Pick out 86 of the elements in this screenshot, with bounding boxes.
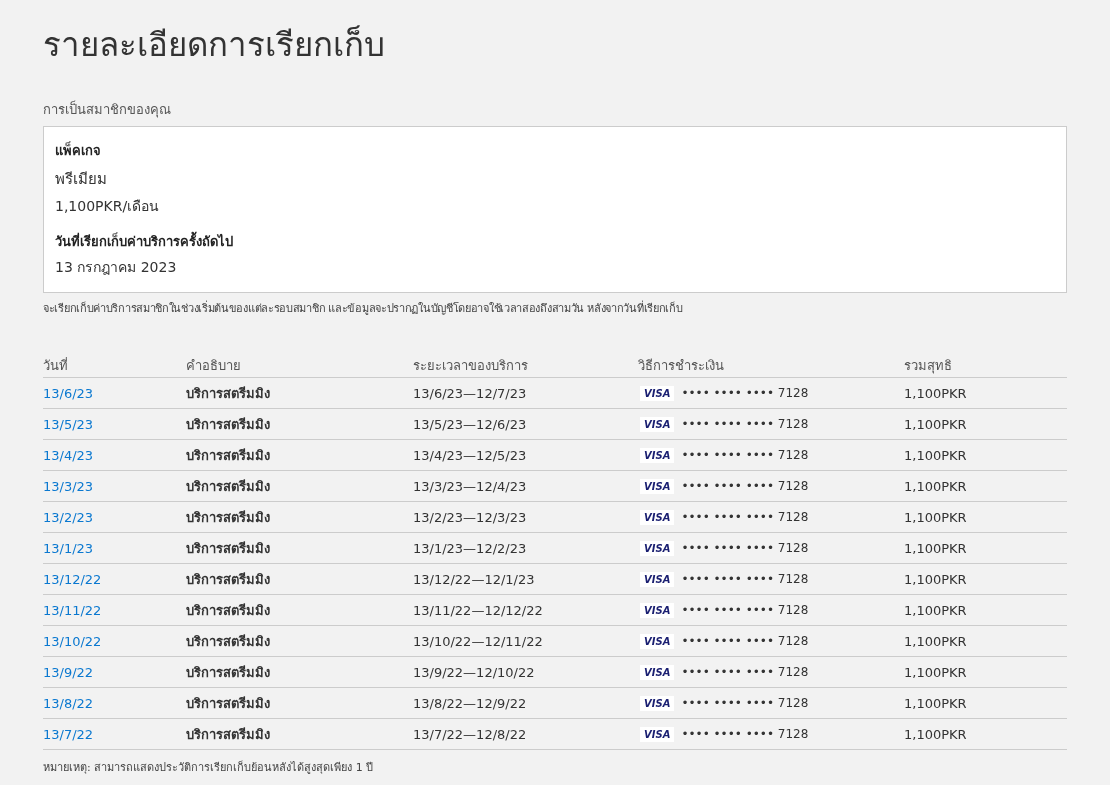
card-brand-logo: VISA: [640, 478, 675, 494]
date-link[interactable]: 13/4/23: [43, 447, 94, 463]
period-cell: 13/11/22—12/12/22: [413, 602, 543, 618]
period-cell: 13/5/23—12/6/23: [413, 416, 527, 432]
date-link[interactable]: 13/12/22: [43, 571, 102, 587]
description-cell: บริการสตรีมมิง: [186, 633, 270, 649]
description-cell: บริการสตรีมมิง: [186, 726, 270, 742]
card-number: •••• •••• •••• 7128: [681, 665, 809, 679]
date-link[interactable]: 13/2/23: [43, 509, 94, 525]
plan-name: พรีเมียม: [55, 169, 108, 190]
date-link[interactable]: 13/9/22: [43, 664, 94, 680]
total-cell: 1,100PKR: [904, 664, 967, 680]
date-link[interactable]: 13/6/23: [43, 385, 94, 401]
date-link[interactable]: 13/1/23: [43, 540, 94, 556]
card-brand-logo: VISA: [640, 726, 675, 742]
total-cell: 1,100PKR: [904, 416, 967, 432]
total-cell: 1,100PKR: [904, 695, 967, 711]
card-brand-logo: VISA: [640, 416, 675, 432]
column-header: วิธีการชำระเงิน: [638, 357, 725, 375]
section-heading: การเป็นสมาชิกของคุณ: [43, 99, 172, 120]
period-cell: 13/3/23—12/4/23: [413, 478, 527, 494]
package-label: แพ็คเกจ: [55, 140, 102, 160]
total-cell: 1,100PKR: [904, 726, 967, 742]
total-cell: 1,100PKR: [904, 509, 967, 525]
column-header: วันที่: [43, 356, 69, 375]
next-billing-date: 13 กรกฎาคม 2023: [55, 258, 178, 277]
card-number: •••• •••• •••• 7128: [681, 479, 809, 493]
total-cell: 1,100PKR: [904, 478, 967, 494]
card-number: •••• •••• •••• 7128: [681, 541, 809, 555]
membership-note: จะเรียกเก็บค่าบริการสมาชิกในช่วงเริ่มต้นของแต่ละรอบสมาชิก และข้อมูลจะปรากฏในบัญชีโดยอาจใช้เวลาสองถึงสามวัน หลังจากวันที่เรียกเก็บ: [43, 299, 684, 317]
card-brand-logo: VISA: [640, 385, 675, 401]
description-cell: บริการสตรีมมิง: [186, 602, 270, 618]
card-brand-logo: VISA: [640, 571, 675, 587]
total-cell: 1,100PKR: [904, 385, 967, 401]
period-cell: 13/1/23—12/2/23: [413, 540, 527, 556]
period-cell: 13/9/22—12/10/22: [413, 664, 535, 680]
card-brand-logo: VISA: [640, 540, 675, 556]
period-cell: 13/8/22—12/9/22: [413, 695, 527, 711]
period-cell: 13/2/23—12/3/23: [413, 509, 527, 525]
card-number: •••• •••• •••• 7128: [681, 448, 809, 462]
description-cell: บริการสตรีมมิง: [186, 571, 270, 587]
card-brand-logo: VISA: [640, 602, 675, 618]
card-number: •••• •••• •••• 7128: [681, 603, 809, 617]
description-cell: บริการสตรีมมิง: [186, 695, 270, 711]
plan-price: 1,100PKR/เดือน: [55, 197, 161, 216]
date-link[interactable]: 13/10/22: [43, 633, 102, 649]
card-number: •••• •••• •••• 7128: [681, 634, 809, 648]
card-number: •••• •••• •••• 7128: [681, 727, 809, 741]
card-brand-logo: VISA: [640, 447, 675, 463]
description-cell: บริการสตรีมมิง: [186, 385, 270, 401]
total-cell: 1,100PKR: [904, 571, 967, 587]
period-cell: 13/12/22—12/1/23: [413, 571, 535, 587]
card-number: •••• •••• •••• 7128: [681, 386, 809, 400]
description-cell: บริการสตรีมมิง: [186, 664, 270, 680]
total-cell: 1,100PKR: [904, 447, 967, 463]
total-cell: 1,100PKR: [904, 633, 967, 649]
description-cell: บริการสตรีมมิง: [186, 416, 270, 432]
card-number: •••• •••• •••• 7128: [681, 572, 809, 586]
date-link[interactable]: 13/11/22: [43, 602, 102, 618]
card-brand-logo: VISA: [640, 695, 675, 711]
total-cell: 1,100PKR: [904, 602, 967, 618]
description-cell: บริการสตรีมมิง: [186, 509, 270, 525]
date-link[interactable]: 13/7/22: [43, 726, 94, 742]
card-brand-logo: VISA: [640, 509, 675, 525]
footnote: หมายเหตุ: สามารถแสดงประวัติการเรียกเก็บย้อนหลังได้สูงสุดเพียง 1 ปี: [43, 759, 375, 776]
description-cell: บริการสตรีมมิง: [186, 447, 270, 463]
card-brand-logo: VISA: [640, 664, 675, 680]
column-header: ระยะเวลาของบริการ: [413, 357, 529, 375]
period-cell: 13/6/23—12/7/23: [413, 385, 527, 401]
period-cell: 13/10/22—12/11/22: [413, 633, 543, 649]
description-cell: บริการสตรีมมิง: [186, 540, 270, 556]
date-link[interactable]: 13/5/23: [43, 416, 94, 432]
card-number: •••• •••• •••• 7128: [681, 696, 809, 710]
total-cell: 1,100PKR: [904, 540, 967, 556]
card-number: •••• •••• •••• 7128: [681, 510, 809, 524]
card-brand-logo: VISA: [640, 633, 675, 649]
description-cell: บริการสตรีมมิง: [186, 478, 270, 494]
card-number: •••• •••• •••• 7128: [681, 417, 809, 431]
column-header: คำอธิบาย: [186, 357, 242, 375]
date-link[interactable]: 13/8/22: [43, 695, 94, 711]
date-link[interactable]: 13/3/23: [43, 478, 94, 494]
page-title: รายละเอียดการเรียกเก็บ: [43, 24, 385, 66]
period-cell: 13/7/22—12/8/22: [413, 726, 527, 742]
next-billing-label: วันที่เรียกเก็บค่าบริการครั้งถัดไป: [55, 231, 1055, 252]
period-cell: 13/4/23—12/5/23: [413, 447, 527, 463]
column-header: รวมสุทธิ: [904, 357, 953, 376]
